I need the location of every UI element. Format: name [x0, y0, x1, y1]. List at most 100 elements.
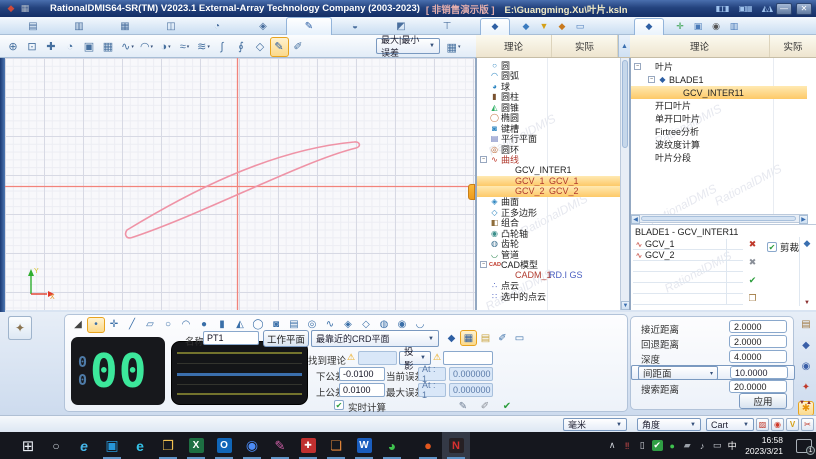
- filter-icon[interactable]: ▼: [536, 18, 552, 35]
- exit-icon[interactable]: ❐: [745, 291, 760, 305]
- scan-arc-icon[interactable]: ◠ ▾: [137, 37, 156, 57]
- expand-toggle[interactable]: −: [634, 63, 641, 70]
- graphics-viewport[interactable]: Y X: [5, 58, 476, 310]
- scan-patch-icon[interactable]: ≋ ▾: [194, 37, 213, 57]
- horizontal-scrollbar[interactable]: ◀ ▶: [631, 214, 808, 224]
- plane-icon[interactable]: ▱: [141, 317, 159, 333]
- tray-shield-icon[interactable]: ✔: [651, 439, 663, 453]
- axis-point-icon[interactable]: ✛: [105, 317, 123, 333]
- upper-tolerance-input[interactable]: 0.0100: [339, 383, 385, 397]
- tree-item[interactable]: ◍ 齿轮: [477, 239, 620, 249]
- report-table-icon[interactable]: ▦ ▾: [444, 37, 463, 57]
- realtime-checkbox[interactable]: ✔: [334, 400, 344, 410]
- clock[interactable]: 16:58 2023/3/21: [745, 435, 783, 456]
- tree-item[interactable]: ◭ 圆锥: [477, 102, 620, 113]
- vector-icon[interactable]: V: [786, 418, 799, 431]
- tree-item[interactable]: 波纹度计算: [631, 138, 807, 151]
- found-theoretical-input[interactable]: [358, 351, 397, 365]
- tree-item[interactable]: ◎ 圆环: [477, 144, 620, 155]
- tray-volume-icon[interactable]: ♪: [696, 439, 708, 453]
- ribbon-tab-measure[interactable]: ✎: [286, 17, 332, 35]
- tree-item[interactable]: − 叶片: [631, 60, 807, 73]
- projection-input[interactable]: [443, 351, 493, 365]
- graph-icon[interactable]: ▨: [756, 418, 769, 431]
- vertical-scrollbar[interactable]: ▼: [620, 58, 629, 310]
- circle-icon[interactable]: ○: [159, 317, 177, 333]
- blade-profile-curve[interactable]: [124, 141, 361, 239]
- coord-select[interactable]: Cart ▼: [706, 418, 754, 431]
- expand-toggle[interactable]: −: [648, 76, 655, 83]
- angle-select[interactable]: 角度 ▼: [637, 418, 701, 431]
- tree-item[interactable]: ◇ 正多边形: [477, 207, 620, 218]
- scroll-down-button[interactable]: ▼: [804, 300, 810, 306]
- open-curve-icon[interactable]: ∫: [213, 37, 232, 57]
- orbit-view-icon[interactable]: ◔: [61, 37, 80, 57]
- ribbon-tab-evaluate[interactable]: ◒: [332, 17, 378, 35]
- select-region-icon[interactable]: ▣: [80, 37, 99, 57]
- eraser-icon[interactable]: ✐: [476, 398, 494, 414]
- excel-icon[interactable]: X: [182, 432, 210, 459]
- confirm-icon[interactable]: ✔: [498, 398, 516, 414]
- calibrate-button[interactable]: ✦: [8, 316, 32, 340]
- tree-item[interactable]: ∴ 点云: [477, 281, 620, 291]
- scroll-left-button[interactable]: ◀: [631, 215, 640, 224]
- scan-circle-icon[interactable]: ◑ ▾: [156, 37, 175, 57]
- ime-indicator[interactable]: 中: [726, 439, 738, 453]
- monitor-view-icon[interactable]: ▭: [511, 330, 528, 346]
- edge-icon[interactable]: e: [126, 432, 154, 459]
- tree-item[interactable]: ◠ 圆弧: [477, 71, 620, 81]
- delete-icon[interactable]: ✖: [745, 237, 760, 251]
- snapshot-status-icon[interactable]: ▣▦: [739, 4, 753, 13]
- scroll-up-button[interactable]: ▲: [618, 35, 630, 57]
- ribbon-tab-view[interactable]: ▦: [102, 17, 148, 35]
- probe-status-icon[interactable]: ◭◮: [762, 4, 773, 13]
- tree-item[interactable]: GCV_INTER11: [631, 86, 807, 99]
- tree-item[interactable]: ◯ 椭圆: [477, 113, 620, 123]
- param-input[interactable]: 4.0000: [729, 350, 787, 363]
- edit-icon[interactable]: ✎: [454, 398, 472, 414]
- edit-curve-icon[interactable]: ✐: [289, 37, 308, 57]
- machine-status-icon[interactable]: ◧◨: [715, 4, 729, 13]
- tray-colored-icon[interactable]: ‼: [621, 439, 633, 453]
- param-input[interactable]: 10.0000: [730, 366, 788, 379]
- search-icon[interactable]: ◉: [798, 359, 814, 374]
- clear-icon[interactable]: ✖: [745, 255, 760, 269]
- word-icon[interactable]: W: [350, 432, 378, 459]
- ie-icon[interactable]: e: [70, 432, 98, 459]
- graph-view-icon[interactable]: ▦: [460, 330, 477, 346]
- scan-curve-icon[interactable]: ≈ ▾: [175, 37, 194, 57]
- tray-device-icon[interactable]: ▰: [681, 439, 693, 453]
- detail-row[interactable]: ∿ GCV_2: [633, 250, 743, 261]
- translate-app-icon[interactable]: ▣: [98, 432, 126, 459]
- wechat-icon[interactable]: ◕: [378, 432, 406, 459]
- actual-column-header[interactable]: 实际: [770, 35, 816, 57]
- ribbon-tab-file[interactable]: ▤: [10, 17, 56, 35]
- scroll-arrows[interactable]: ▼▲: [799, 400, 813, 406]
- start-button[interactable]: ⊞: [14, 432, 42, 459]
- target-icon[interactable]: ◉: [771, 418, 784, 431]
- probe-shield-icon[interactable]: ◆: [798, 338, 814, 353]
- tree-item[interactable]: − ◆ BLADE1: [631, 73, 807, 86]
- tree-item[interactable]: ◙ 键槽: [477, 123, 620, 134]
- param-input[interactable]: 2.0000: [729, 320, 787, 333]
- scan-line-icon[interactable]: ∿ ▾: [118, 37, 137, 57]
- camera-icon[interactable]: ◉: [708, 18, 724, 35]
- expand-toggle[interactable]: −: [480, 156, 487, 164]
- theory-column-header[interactable]: 理论: [476, 35, 552, 57]
- ribbon-tab-probe[interactable]: ◈: [240, 17, 286, 35]
- tree-item[interactable]: ◕ 球: [477, 81, 620, 92]
- tree-item[interactable]: ▤ 平行平面: [477, 134, 620, 144]
- outlook-icon[interactable]: O: [210, 432, 238, 459]
- point-icon[interactable]: •: [87, 316, 105, 333]
- ribbon-tab-machine[interactable]: ◫: [148, 17, 194, 35]
- tray-chevron-icon[interactable]: ∧: [606, 439, 618, 453]
- display-mode-icon[interactable]: ▦: [99, 37, 118, 57]
- actual-column-header[interactable]: 实际: [552, 35, 618, 57]
- param-input[interactable]: 2.0000: [729, 335, 787, 348]
- tray-wechat-icon[interactable]: ●: [666, 439, 678, 453]
- workplane-button[interactable]: 工作平面: [263, 330, 309, 347]
- scroll-down-button[interactable]: ▼: [621, 301, 629, 310]
- tree-item[interactable]: 单开口叶片: [631, 112, 807, 125]
- stats-icon[interactable]: ▥: [726, 18, 742, 35]
- tree-item[interactable]: Firtree分析: [631, 125, 807, 138]
